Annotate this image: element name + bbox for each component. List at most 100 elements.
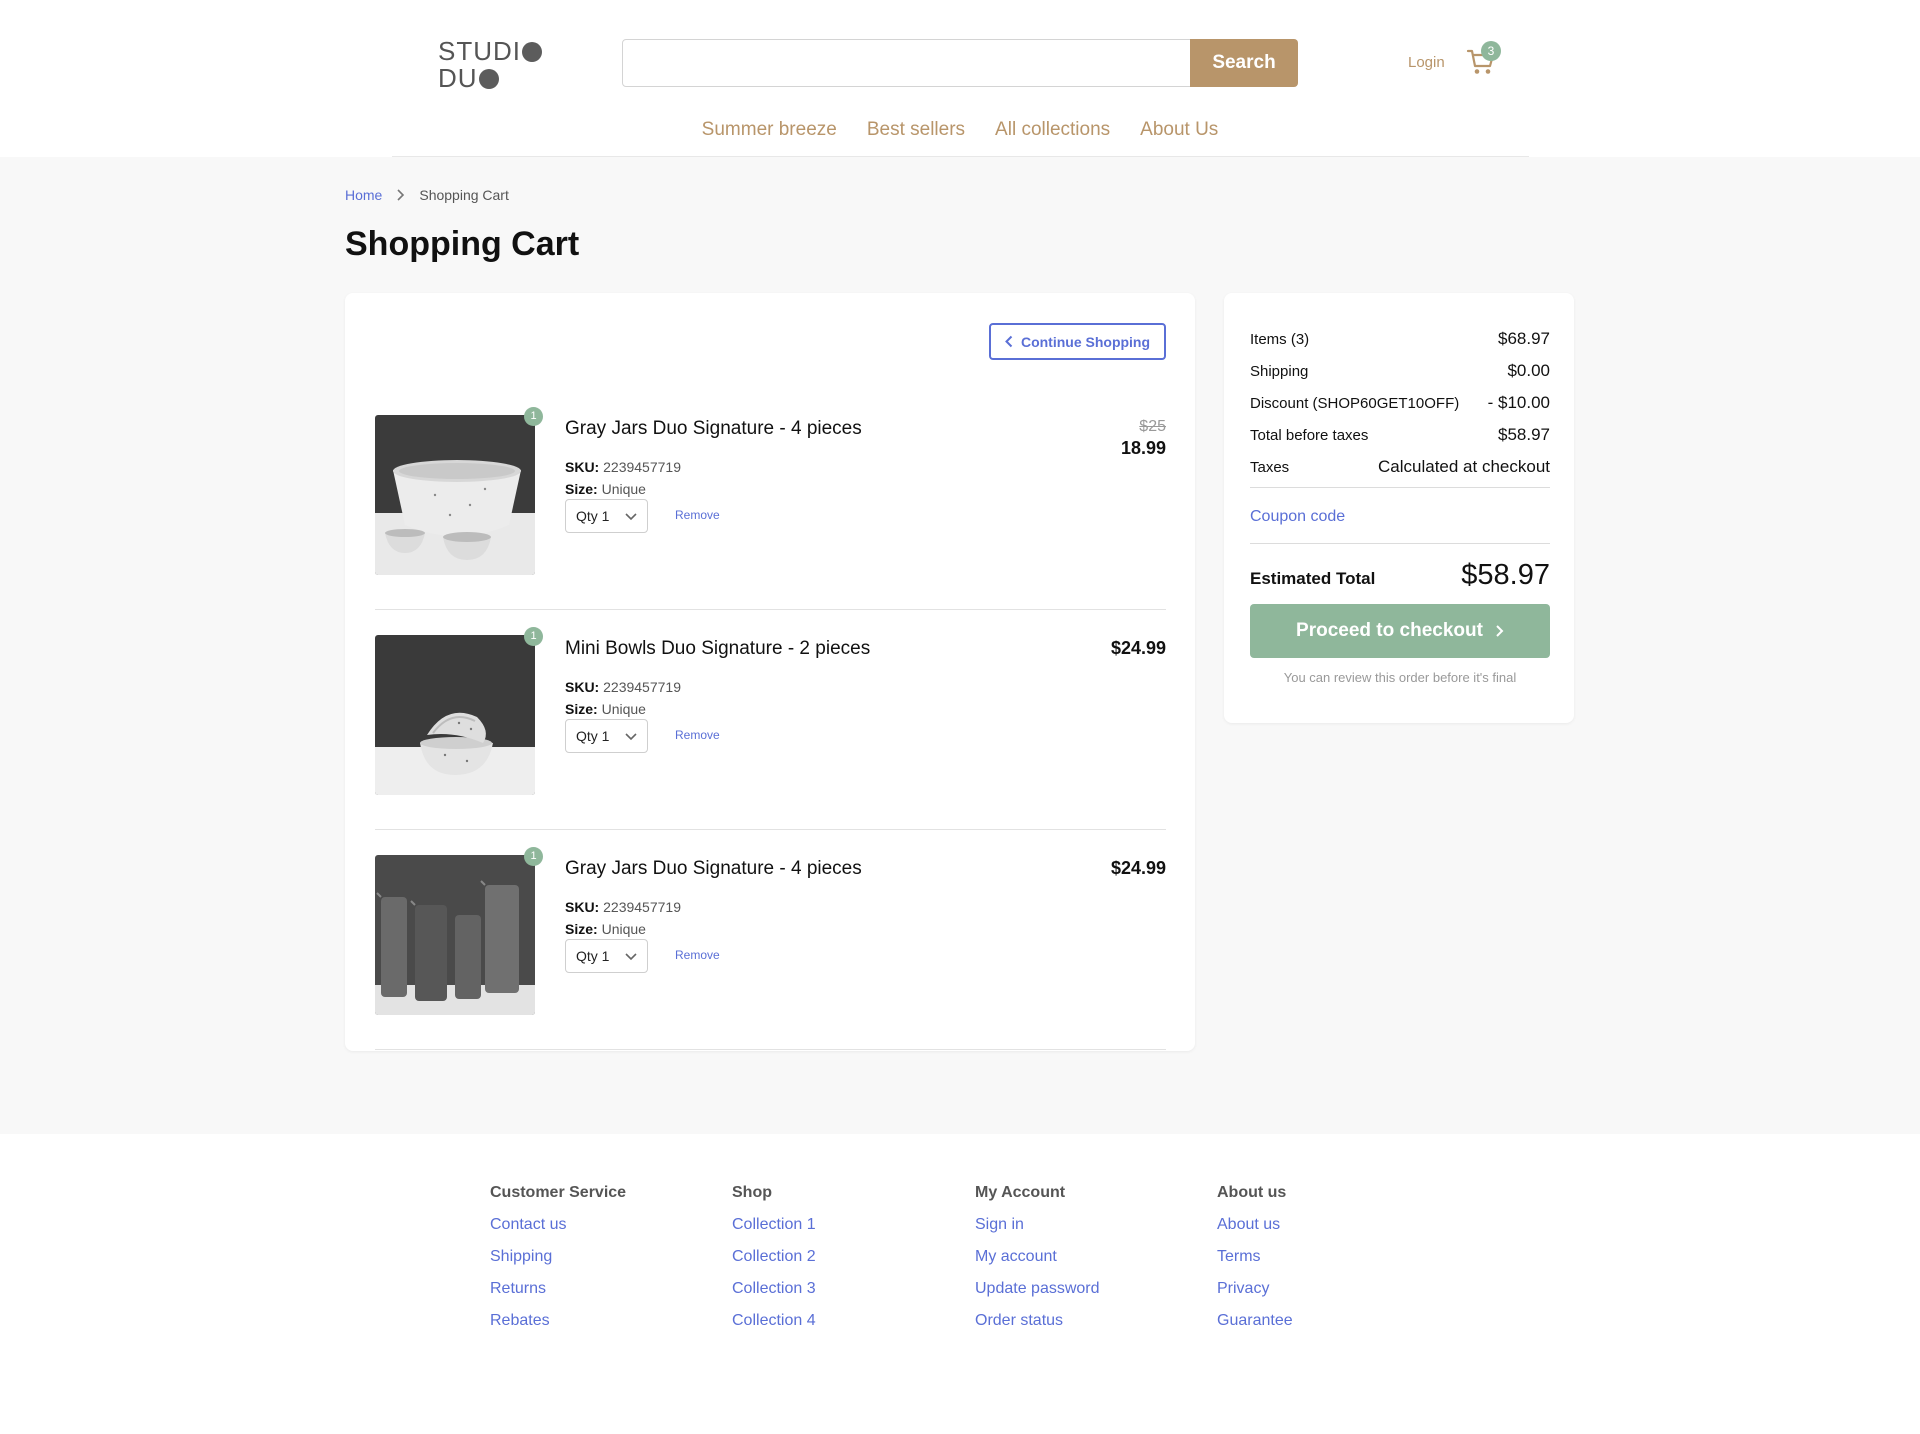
- summary-before-tax-label: Total before taxes: [1250, 427, 1369, 444]
- footer-link-privacy[interactable]: Privacy: [1217, 1280, 1293, 1298]
- item-name[interactable]: Gray Jars Duo Signature - 4 pieces: [565, 858, 862, 880]
- site-footer: Customer Service Contact us Shipping Ret…: [0, 1134, 1920, 1434]
- logo-text-line1: STUDI: [438, 36, 521, 66]
- item-sku: SKU: 2239457719: [565, 679, 681, 695]
- page-title: Shopping Cart: [345, 225, 580, 263]
- footer-link-returns[interactable]: Returns: [490, 1280, 626, 1298]
- footer-link-my-account[interactable]: My account: [975, 1248, 1100, 1266]
- item-name[interactable]: Gray Jars Duo Signature - 4 pieces: [565, 418, 862, 440]
- sku-label: SKU:: [565, 459, 600, 475]
- summary-before-tax-row: Total before taxes $58.97: [1250, 425, 1550, 445]
- quantity-select[interactable]: Qty 1: [565, 719, 648, 753]
- summary-shipping-row: Shipping $0.00: [1250, 361, 1550, 381]
- item-quantity-badge: 1: [524, 407, 543, 426]
- summary-taxes-label: Taxes: [1250, 459, 1290, 476]
- review-order-note: You can review this order before it's fi…: [1283, 670, 1517, 685]
- footer-heading: Shop: [732, 1184, 772, 1201]
- nav-item-best-sellers[interactable]: Best sellers: [867, 119, 965, 141]
- item-sale-price: 18.99: [1120, 438, 1166, 458]
- cart-items-panel: Continue Shopping 1 Gray Jars Duo Signat…: [345, 293, 1195, 1051]
- item-name[interactable]: Mini Bowls Duo Signature - 2 pieces: [565, 638, 870, 660]
- nav-item-about-us[interactable]: About Us: [1140, 119, 1218, 141]
- logo-dot: [478, 68, 499, 89]
- summary-before-tax-value: $58.97: [1498, 425, 1550, 444]
- item-quantity-badge: 1: [524, 847, 543, 866]
- product-image-mini-bowls[interactable]: [375, 635, 535, 795]
- summary-shipping-value: $0.00: [1507, 361, 1550, 380]
- item-quantity-badge: 1: [524, 627, 543, 646]
- summary-taxes-row: Taxes Calculated at checkout: [1250, 457, 1550, 477]
- summary-discount-row: Discount (SHOP60GET10OFF) - $10.00: [1250, 393, 1550, 413]
- main-content: Home Shopping Cart Shopping Cart Continu…: [0, 157, 1920, 1134]
- continue-shopping-button[interactable]: Continue Shopping: [989, 323, 1166, 360]
- quantity-value: Qty 1: [576, 948, 610, 964]
- estimated-total-value: $58.97: [1461, 559, 1550, 591]
- footer-link-rebates[interactable]: Rebates: [490, 1312, 626, 1330]
- quantity-select[interactable]: Qty 1: [565, 939, 648, 973]
- cart-item: 1 Gray Jars Duo Signature - 4 pieces SKU…: [375, 830, 1166, 1050]
- item-sku: SKU: 2239457719: [565, 459, 681, 475]
- footer-link-collection-3[interactable]: Collection 3: [732, 1280, 816, 1298]
- summary-items-label: Items (3): [1250, 331, 1310, 348]
- summary-discount-label: Discount (SHOP60GET10OFF): [1250, 395, 1460, 412]
- footer-link-contact-us[interactable]: Contact us: [490, 1216, 626, 1234]
- item-size: Size: Unique: [565, 921, 646, 937]
- summary-items-value: $68.97: [1498, 329, 1550, 348]
- checkout-label: Proceed to checkout: [1296, 620, 1483, 641]
- nav-item-summer-breeze[interactable]: Summer breeze: [702, 119, 837, 141]
- sku-value: 2239457719: [603, 679, 681, 695]
- footer-column-customer-service: Customer Service Contact us Shipping Ret…: [490, 1184, 626, 1344]
- estimated-total-row: Estimated Total $58.97: [1250, 559, 1550, 592]
- summary-taxes-value: Calculated at checkout: [1378, 457, 1550, 476]
- item-size: Size: Unique: [565, 481, 646, 497]
- product-image-white-bowls[interactable]: [375, 415, 535, 575]
- product-image-gray-jars[interactable]: [375, 855, 535, 1015]
- footer-link-sign-in[interactable]: Sign in: [975, 1216, 1100, 1234]
- breadcrumb: Home Shopping Cart: [345, 187, 509, 203]
- footer-link-terms[interactable]: Terms: [1217, 1248, 1293, 1266]
- size-value: Unique: [601, 701, 646, 717]
- footer-link-about-us[interactable]: About us: [1217, 1216, 1293, 1234]
- coupon-code-link[interactable]: Coupon code: [1250, 508, 1345, 526]
- footer-link-shipping[interactable]: Shipping: [490, 1248, 626, 1266]
- footer-link-order-status[interactable]: Order status: [975, 1312, 1100, 1330]
- main-nav: Summer breeze Best sellers All collectio…: [0, 119, 1920, 141]
- footer-link-collection-2[interactable]: Collection 2: [732, 1248, 816, 1266]
- search-button[interactable]: Search: [1190, 39, 1298, 87]
- estimated-total-label: Estimated Total: [1250, 569, 1376, 588]
- chevron-down-icon: [625, 953, 637, 961]
- item-price: $24.99: [1110, 638, 1166, 658]
- summary-discount-value: - $10.00: [1487, 393, 1550, 412]
- footer-heading: My Account: [975, 1184, 1066, 1201]
- chevron-right-icon: [397, 189, 405, 201]
- logo-dot: [522, 41, 542, 62]
- brand-logo[interactable]: STUDI DU: [438, 38, 548, 94]
- chevron-right-icon: [1496, 625, 1504, 637]
- footer-link-update-password[interactable]: Update password: [975, 1280, 1100, 1298]
- search-input[interactable]: [622, 39, 1191, 87]
- chevron-down-icon: [625, 733, 637, 741]
- nav-item-all-collections[interactable]: All collections: [995, 119, 1110, 141]
- footer-link-guarantee[interactable]: Guarantee: [1217, 1312, 1293, 1330]
- chevron-down-icon: [625, 513, 637, 521]
- summary-divider: [1250, 543, 1550, 544]
- remove-item-link[interactable]: Remove: [675, 948, 720, 962]
- sku-value: 2239457719: [603, 459, 681, 475]
- footer-column-my-account: My Account Sign in My account Update pas…: [975, 1184, 1100, 1344]
- remove-item-link[interactable]: Remove: [675, 508, 720, 522]
- footer-heading: Customer Service: [490, 1184, 627, 1201]
- continue-shopping-label: Continue Shopping: [1020, 333, 1151, 350]
- item-original-price: $25: [1139, 418, 1166, 435]
- summary-shipping-label: Shipping: [1250, 363, 1309, 380]
- chevron-left-icon: [1005, 335, 1013, 348]
- remove-item-link[interactable]: Remove: [675, 728, 720, 742]
- breadcrumb-home[interactable]: Home: [345, 187, 382, 203]
- proceed-to-checkout-button[interactable]: Proceed to checkout: [1250, 604, 1550, 658]
- footer-link-collection-1[interactable]: Collection 1: [732, 1216, 816, 1234]
- login-link[interactable]: Login: [1408, 54, 1445, 71]
- size-label: Size:: [565, 481, 598, 497]
- footer-link-collection-4[interactable]: Collection 4: [732, 1312, 816, 1330]
- quantity-select[interactable]: Qty 1: [565, 499, 648, 533]
- sku-label: SKU:: [565, 679, 600, 695]
- footer-column-shop: Shop Collection 1 Collection 2 Collectio…: [732, 1184, 816, 1344]
